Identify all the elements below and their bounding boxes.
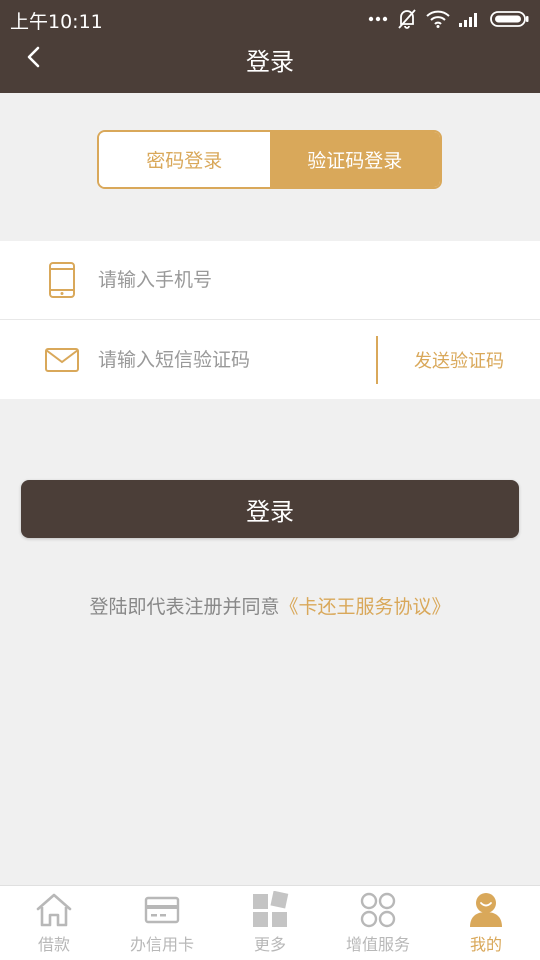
signal-icon (459, 11, 481, 27)
nav-label-credit-card: 办信用卡 (129, 935, 194, 954)
phone-row (0, 241, 540, 320)
login-button[interactable]: 登录 (21, 480, 519, 538)
bell-off-icon (397, 8, 417, 30)
nav-label-mine: 我的 (469, 935, 502, 954)
clover-icon (358, 891, 398, 929)
user-icon (466, 891, 506, 929)
page-title: 登录 (246, 48, 294, 76)
phone-input[interactable] (98, 269, 358, 291)
bottom-nav: 借款 办信用卡 更多 增值服务 我的 (0, 885, 540, 960)
login-mode-tabs: 密码登录 验证码登录 (97, 130, 442, 189)
agreement-text: 登陆即代表注册并同意《卡还王服务协议》 (0, 592, 540, 619)
battery-icon (490, 10, 530, 28)
nav-label-loan: 借款 (37, 935, 70, 954)
nav-item-credit-card[interactable]: 办信用卡 (108, 886, 216, 960)
nav-label-value-added: 增值服务 (345, 935, 410, 954)
credit-card-icon (142, 891, 182, 929)
grid-icon (250, 891, 290, 929)
phone-icon (44, 260, 80, 300)
status-icons (368, 8, 530, 30)
wifi-icon (426, 10, 450, 28)
home-icon (34, 891, 74, 929)
agreement-prefix: 登陆即代表注册并同意 (89, 596, 280, 618)
status-time: 上午10:11 (10, 11, 103, 33)
send-code-button[interactable]: 发送验证码 (378, 320, 540, 399)
login-form: 发送验证码 (0, 241, 540, 399)
nav-item-value-added[interactable]: 增值服务 (324, 886, 432, 960)
service-agreement-link[interactable]: 《卡还王服务协议》 (280, 596, 451, 618)
nav-item-more[interactable]: 更多 (216, 886, 324, 960)
tab-sms-login[interactable]: 验证码登录 (269, 132, 440, 187)
nav-label-more: 更多 (253, 935, 286, 954)
tab-password-login[interactable]: 密码登录 (99, 132, 270, 187)
top-bar: 上午10:11 登录 (0, 0, 540, 93)
sms-code-input[interactable] (98, 348, 358, 371)
sms-code-row: 发送验证码 (0, 320, 540, 399)
more-dots-icon (368, 16, 388, 22)
nav-item-mine[interactable]: 我的 (432, 886, 540, 960)
nav-item-loan[interactable]: 借款 (0, 886, 108, 960)
status-bar: 上午10:11 (0, 0, 540, 38)
envelope-icon (44, 340, 80, 380)
